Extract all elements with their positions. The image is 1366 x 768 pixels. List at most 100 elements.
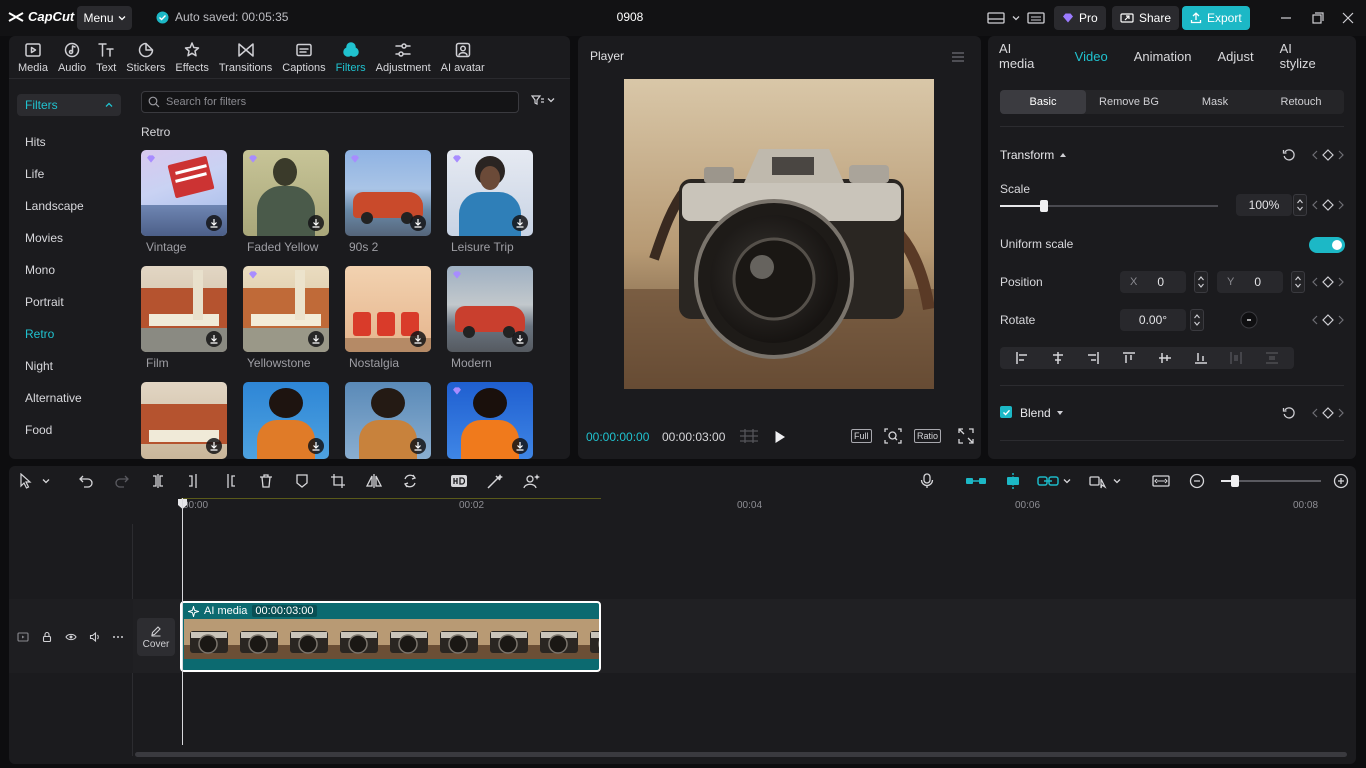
restore-icon[interactable]: [1310, 10, 1326, 26]
scale-slider[interactable]: [1000, 200, 1218, 212]
tab-transitions[interactable]: Transitions: [214, 36, 277, 78]
keyframe-diamond-icon[interactable]: [1322, 276, 1334, 288]
distribute-vertical-icon[interactable]: [1265, 351, 1279, 365]
download-button[interactable]: [410, 331, 426, 347]
keyframe-diamond-icon[interactable]: [1322, 314, 1334, 326]
transform-section-header[interactable]: Transform: [1000, 148, 1067, 162]
align-center-vertical-icon[interactable]: [1158, 351, 1172, 365]
trash-icon[interactable]: [258, 473, 274, 489]
timeline-zoom-slider[interactable]: [1221, 475, 1321, 487]
microphone-icon[interactable]: [920, 473, 934, 489]
filter-search-box[interactable]: [141, 91, 519, 113]
category-movies[interactable]: Movies: [25, 222, 125, 254]
redo-icon[interactable]: [114, 473, 130, 489]
rotate-stepper[interactable]: [1190, 309, 1204, 331]
next-keyframe-icon[interactable]: [1338, 408, 1344, 418]
linkage-icon[interactable]: [1037, 473, 1059, 489]
tab-audio[interactable]: Audio: [53, 36, 91, 78]
main-track-magnet-icon[interactable]: [965, 473, 987, 489]
full-quality-button[interactable]: Full: [851, 429, 872, 443]
next-keyframe-icon[interactable]: [1338, 200, 1344, 210]
filter-thumb-film[interactable]: [141, 266, 227, 352]
crop-icon[interactable]: [330, 473, 346, 489]
zoom-out-icon[interactable]: [1189, 473, 1205, 489]
filter-sort-button[interactable]: [531, 94, 555, 106]
tab-ai-stylize[interactable]: AI stylize: [1280, 36, 1330, 76]
filter-thumb-modern[interactable]: [447, 266, 533, 352]
filter-thumb-leisure-trip[interactable]: [447, 150, 533, 236]
lock-icon[interactable]: [41, 631, 53, 643]
filters-category-header[interactable]: Filters: [17, 94, 121, 116]
timecode-grid-icon[interactable]: [738, 428, 760, 444]
zoom-fit-icon[interactable]: [884, 428, 902, 444]
delete-left-icon[interactable]: [186, 473, 202, 489]
download-button[interactable]: [206, 331, 222, 347]
rotate-dial-icon[interactable]: [1240, 311, 1258, 329]
filter-thumb-faded-yellow[interactable]: [243, 150, 329, 236]
select-cursor-icon[interactable]: [19, 473, 33, 489]
distribute-horizontal-icon[interactable]: [1229, 351, 1243, 365]
download-button[interactable]: [410, 438, 426, 454]
keyframe-diamond-icon[interactable]: [1322, 149, 1334, 161]
category-mono[interactable]: Mono: [25, 254, 125, 286]
align-left-icon[interactable]: [1015, 351, 1029, 365]
ai-person-icon[interactable]: [523, 473, 541, 489]
video-clip[interactable]: AI media 00:00:03:00: [180, 601, 601, 672]
category-hits[interactable]: Hits: [25, 126, 125, 158]
uniform-scale-toggle[interactable]: [1309, 237, 1345, 253]
keyframe-diamond-icon[interactable]: [1322, 407, 1334, 419]
align-bottom-icon[interactable]: [1194, 351, 1208, 365]
marker-icon[interactable]: [294, 473, 310, 489]
align-right-icon[interactable]: [1086, 351, 1100, 365]
filter-thumb-nostalgia[interactable]: [345, 266, 431, 352]
rotate-clip-icon[interactable]: [402, 473, 418, 489]
tab-adjust[interactable]: Adjust: [1218, 36, 1254, 76]
align-top-icon[interactable]: [1122, 351, 1136, 365]
scale-stepper[interactable]: [1293, 194, 1307, 216]
pro-button[interactable]: Pro: [1054, 6, 1106, 30]
download-button[interactable]: [206, 215, 222, 231]
minimize-icon[interactable]: [1278, 10, 1294, 26]
tab-media[interactable]: Media: [13, 36, 53, 78]
category-retro[interactable]: Retro: [25, 318, 125, 350]
download-button[interactable]: [308, 215, 324, 231]
category-food[interactable]: Food: [25, 414, 125, 446]
delete-right-icon[interactable]: [222, 473, 238, 489]
hd-enhance-icon[interactable]: [450, 473, 468, 489]
fit-timeline-icon[interactable]: [1152, 473, 1170, 489]
split-icon[interactable]: [150, 473, 166, 489]
position-x-field[interactable]: X 0: [1120, 271, 1186, 293]
download-button[interactable]: [308, 331, 324, 347]
tab-adjustment[interactable]: Adjustment: [371, 36, 436, 78]
speaker-icon[interactable]: [89, 631, 101, 643]
preview-axis-icon[interactable]: [1089, 473, 1107, 489]
auto-snap-icon[interactable]: [1002, 473, 1024, 489]
filter-thumb-row3-1[interactable]: [141, 382, 227, 459]
filter-thumb-vintage[interactable]: [141, 150, 227, 236]
timeline-ruler[interactable]: 00:00 00:02 00:04 00:06 00:08: [133, 498, 1356, 512]
filter-thumb-90s-2[interactable]: [345, 150, 431, 236]
next-keyframe-icon[interactable]: [1338, 315, 1344, 325]
hamburger-menu-icon[interactable]: [951, 51, 965, 63]
chevron-down-icon[interactable]: [1113, 477, 1121, 485]
close-icon[interactable]: [1340, 10, 1356, 26]
subtab-basic[interactable]: Basic: [1000, 90, 1086, 114]
prev-keyframe-icon[interactable]: [1312, 277, 1318, 287]
cover-button[interactable]: Cover: [137, 618, 175, 656]
category-alternative[interactable]: Alternative: [25, 382, 125, 414]
tab-ai-avatar[interactable]: AI avatar: [436, 36, 490, 78]
playhead[interactable]: [182, 498, 183, 745]
download-button[interactable]: [512, 215, 528, 231]
download-button[interactable]: [206, 438, 222, 454]
tab-animation[interactable]: Animation: [1134, 36, 1192, 76]
chevron-down-icon[interactable]: [42, 477, 50, 485]
subtab-remove-bg[interactable]: Remove BG: [1086, 90, 1172, 114]
reset-icon[interactable]: [1282, 148, 1296, 162]
filter-thumb-yellowstone[interactable]: [243, 266, 329, 352]
tab-filters[interactable]: Filters: [331, 36, 371, 78]
category-night[interactable]: Night: [25, 350, 125, 382]
keyframe-diamond-icon[interactable]: [1322, 199, 1334, 211]
prev-keyframe-icon[interactable]: [1312, 408, 1318, 418]
position-y-stepper[interactable]: [1291, 271, 1305, 293]
category-landscape[interactable]: Landscape: [25, 190, 125, 222]
